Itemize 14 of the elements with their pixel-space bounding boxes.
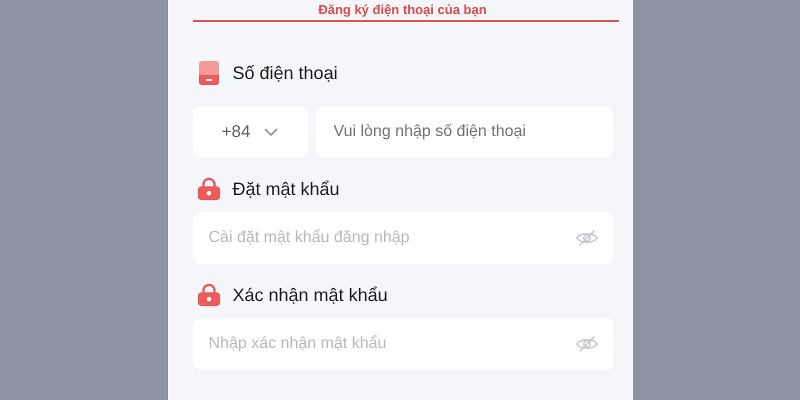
password-input[interactable]: Cài đặt mật khẩu đăng nhập xyxy=(192,212,612,264)
lock-icon xyxy=(196,176,220,202)
phone-icon xyxy=(196,60,220,86)
form-title: Đăng ký điện thoại của bạn xyxy=(317,1,488,18)
country-code-dropdown[interactable]: +84 xyxy=(192,106,308,158)
password-input[interactable]: Nhập xác nhận mật khẩu xyxy=(192,318,612,370)
lock-icon xyxy=(196,282,220,308)
eye-slash-icon[interactable] xyxy=(574,334,598,354)
eye-slash-icon[interactable] xyxy=(574,228,598,248)
phone-input[interactable]: Vui lòng nhập số điện thoại xyxy=(316,106,612,158)
field-label: Xác nhận mật khẩu xyxy=(232,284,388,306)
field-label: Đặt mật khẩu xyxy=(232,178,340,200)
field-label: Số điện thoại xyxy=(232,62,338,84)
chevron-down-icon xyxy=(264,128,278,136)
